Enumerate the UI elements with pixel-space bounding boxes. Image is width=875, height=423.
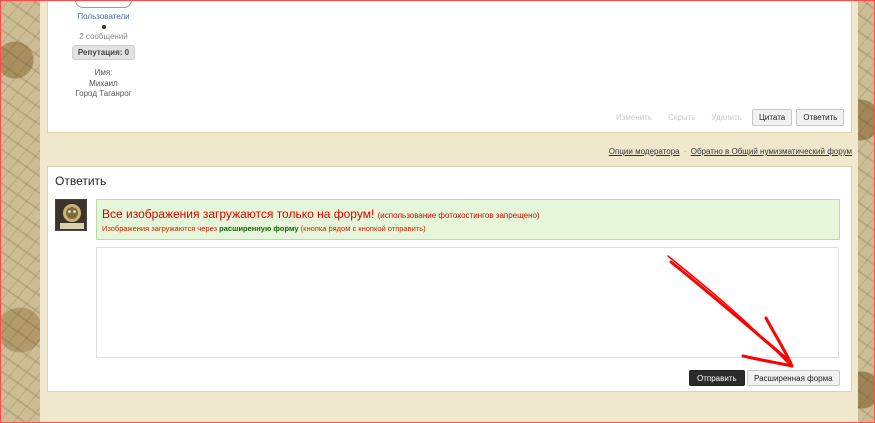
- reply-title: Ответить: [55, 174, 107, 188]
- delete-button[interactable]: Удалить: [705, 110, 748, 125]
- user-avatar[interactable]: [75, 0, 132, 8]
- reply-editor[interactable]: [96, 247, 839, 358]
- reputation-badge: Репутация: 0: [71, 45, 136, 60]
- post-count[interactable]: 2 сообщений: [66, 32, 141, 41]
- notice-sub-suffix: (кнопка рядом с кнопкой отправить): [300, 224, 426, 233]
- extended-form-button[interactable]: Расширенная форма: [747, 370, 840, 386]
- city-label: Город: [75, 89, 97, 98]
- post-actions: Изменить Скрыть Удалить Цитата Ответить: [610, 109, 845, 126]
- notice-sub-prefix: Изображения загружаются через: [102, 224, 218, 233]
- notice-heading-text: Все изображения загружаются только на фо…: [102, 207, 375, 221]
- notice-sub-bold: расширенную форму: [219, 224, 299, 233]
- moderator-links: Опции модератора · Обратно в Общий нумиз…: [600, 147, 852, 156]
- user-group: Пользователи: [77, 12, 130, 21]
- notice-heading: Все изображения загружаются только на фо…: [102, 207, 540, 221]
- upload-notice: Все изображения загружаются только на фо…: [96, 199, 840, 240]
- moderator-options-link[interactable]: Опции модератора: [609, 147, 680, 156]
- online-status-dot-icon: [101, 25, 106, 29]
- back-to-forum-link[interactable]: Обратно в Общий нумизматический форум: [691, 147, 852, 156]
- hide-button[interactable]: Скрыть: [662, 110, 701, 125]
- link-separator: ·: [683, 147, 687, 156]
- current-user-avatar: [55, 199, 87, 231]
- notice-subtext: Изображения загружаются через расширенну…: [102, 224, 426, 233]
- user-profile-fields: Имя: Михаил Город Таганрог: [66, 68, 141, 100]
- city-value: Таганрог: [99, 89, 132, 98]
- user-info-column: Пользователи 2 сообщений Репутация: 0 Им…: [66, 12, 141, 100]
- notice-heading-note: (использование фотохостингов запрещено): [377, 211, 540, 220]
- edit-button[interactable]: Изменить: [610, 110, 658, 125]
- city-field: Город Таганрог: [66, 89, 141, 100]
- quote-button[interactable]: Цитата: [751, 109, 793, 126]
- name-label: Имя:: [94, 68, 113, 77]
- submit-button[interactable]: Отправить: [689, 370, 745, 386]
- reply-button[interactable]: Ответить: [796, 109, 845, 126]
- name-value: Михаил: [89, 78, 118, 88]
- avatar-image-icon: [56, 200, 86, 230]
